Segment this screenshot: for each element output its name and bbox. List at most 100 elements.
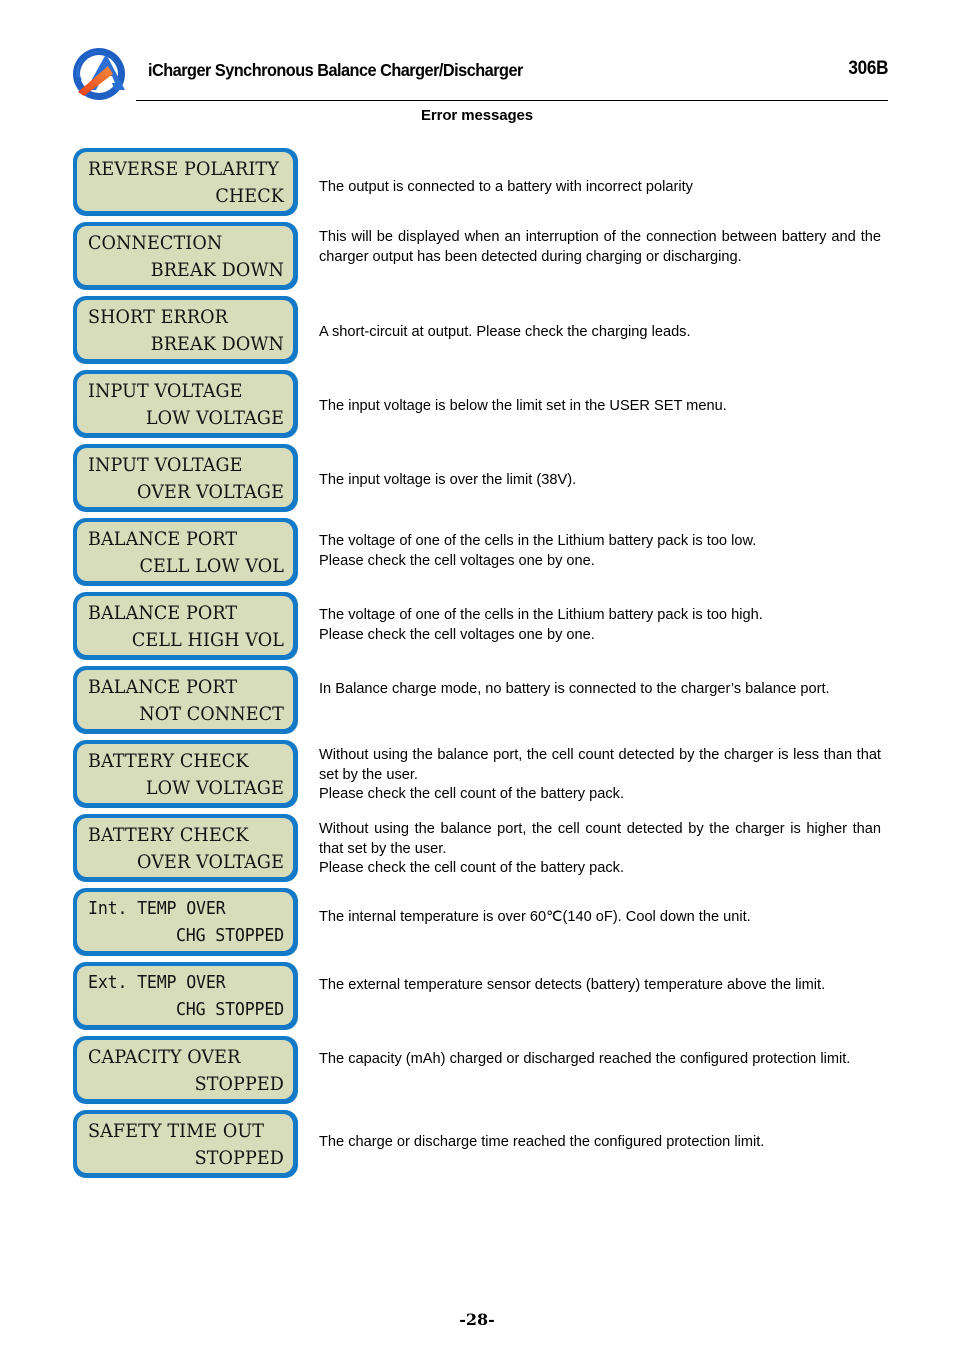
lcd-screen: BALANCE PORT NOT CONNECT [77, 670, 293, 729]
description-paragraph: The input voltage is over the limit (38V… [319, 472, 577, 488]
lcd-line-1: SHORT ERROR [88, 306, 228, 328]
error-description: The capacity (mAh) charged or discharged… [319, 1050, 881, 1070]
lcd-screen: Ext. TEMP OVER CHG STOPPED [77, 966, 293, 1025]
description-paragraph: Without using the balance port, the cell… [319, 821, 881, 857]
lcd-line-2: STOPPED [194, 1073, 284, 1095]
lcd-line-1: SAFETY TIME OUT [88, 1120, 265, 1142]
lcd-line-1: INPUT VOLTAGE [88, 454, 243, 476]
description-paragraph: The input voltage is below the limit set… [319, 398, 727, 414]
lcd-line-1: BALANCE PORT [88, 528, 238, 550]
lcd-screen: BALANCE PORT CELL LOW VOL [77, 522, 293, 581]
error-message-list: REVERSE POLARITY CHECK The output is conne… [0, 148, 954, 1184]
lcd-line-2: OVER VOLTAGE [137, 481, 284, 503]
error-description: The output is connected to a battery wit… [319, 178, 881, 198]
description-paragraph: The voltage of one of the cells in the L… [319, 607, 763, 623]
description-paragraph: The charge or discharge time reached the… [319, 1134, 765, 1150]
lcd-screen: SHORT ERROR BREAK DOWN [77, 300, 293, 359]
error-message-row: INPUT VOLTAGE OVER VOLTAGE The input volta… [0, 444, 954, 518]
description-paragraph: The voltage of one of the cells in the L… [319, 533, 757, 549]
description-paragraph: Without using the balance port, the cell… [319, 747, 881, 783]
lcd-line-1: BALANCE PORT [88, 676, 238, 698]
description-paragraph: In Balance charge mode, no battery is co… [319, 681, 830, 697]
lcd-display: SHORT ERROR BREAK DOWN [73, 296, 298, 364]
header-model-number: 306B [848, 58, 888, 79]
description-paragraph: Please check the cell voltages one by on… [319, 626, 595, 643]
lcd-line-1: BALANCE PORT [88, 602, 238, 624]
description-paragraph: The capacity (mAh) charged or discharged… [319, 1051, 851, 1067]
lcd-screen: INPUT VOLTAGE OVER VOLTAGE [77, 448, 293, 507]
error-description: In Balance charge mode, no battery is co… [319, 680, 881, 700]
error-description: A short-circuit at output. Please check … [319, 323, 881, 343]
error-description: Without using the balance port, the cell… [319, 746, 881, 805]
lcd-line-1: Ext. TEMP OVER [88, 972, 226, 993]
lcd-display: BATTERY CHECK OVER VOLTAGE [73, 814, 298, 882]
page-header: iCharger Synchronous Balance Charger/Dis… [68, 44, 888, 106]
description-paragraph: This will be displayed when an interrupt… [319, 229, 881, 265]
lcd-line-1: INPUT VOLTAGE [88, 380, 243, 402]
error-message-row: CONNECTION BREAK DOWN This will be display… [0, 222, 954, 296]
error-message-row: Int. TEMP OVER CHG STOPPED The internal te… [0, 888, 954, 962]
lcd-screen: Int. TEMP OVER CHG STOPPED [77, 892, 293, 951]
lcd-display: INPUT VOLTAGE OVER VOLTAGE [73, 444, 298, 512]
lcd-display: BALANCE PORT NOT CONNECT [73, 666, 298, 734]
lcd-display: CONNECTION BREAK DOWN [73, 222, 298, 290]
lcd-line-1: CAPACITY OVER [88, 1046, 241, 1068]
description-paragraph: A short-circuit at output. Please check … [319, 324, 691, 340]
lcd-line-1: CONNECTION [88, 232, 223, 254]
page-title: Error messages [420, 107, 533, 124]
description-paragraph: The external temperature sensor detects … [319, 977, 826, 993]
lcd-screen: BATTERY CHECK OVER VOLTAGE [77, 818, 293, 877]
lcd-display: Ext. TEMP OVER CHG STOPPED [73, 962, 298, 1030]
lcd-line-2: CELL LOW VOL [139, 555, 284, 577]
error-message-row: REVERSE POLARITY CHECK The output is conne… [0, 148, 954, 222]
lcd-line-1: Int. TEMP OVER [88, 898, 226, 919]
lcd-display: REVERSE POLARITY CHECK [73, 148, 298, 216]
lcd-line-1: REVERSE POLARITY [88, 158, 279, 180]
error-description: The charge or discharge time reached the… [319, 1133, 881, 1153]
error-description: Without using the balance port, the cell… [319, 820, 881, 879]
lcd-line-2: BREAK DOWN [150, 259, 284, 281]
lcd-display: BATTERY CHECK LOW VOLTAGE [73, 740, 298, 808]
error-message-row: BALANCE PORT NOT CONNECT In Balance charge… [0, 666, 954, 740]
lcd-display: INPUT VOLTAGE LOW VOLTAGE [73, 370, 298, 438]
error-message-row: SAFETY TIME OUT STOPPED The charge or disc… [0, 1110, 954, 1184]
error-message-row: CAPACITY OVER STOPPED The capacity (mAh) c… [0, 1036, 954, 1110]
lcd-line-2: CHG STOPPED [175, 925, 284, 946]
lcd-line-2: LOW VOLTAGE [145, 407, 284, 429]
error-description: The internal temperature is over 60℃(140… [319, 908, 881, 928]
error-message-row: INPUT VOLTAGE LOW VOLTAGE The input voltag… [0, 370, 954, 444]
error-description: The external temperature sensor detects … [319, 976, 881, 996]
error-description: The input voltage is over the limit (38V… [319, 471, 881, 491]
error-message-row: Ext. TEMP OVER CHG STOPPED The external te… [0, 962, 954, 1036]
lcd-screen: CONNECTION BREAK DOWN [77, 226, 293, 285]
error-message-row: BALANCE PORT CELL LOW VOL The voltage of o… [0, 518, 954, 592]
header-divider [136, 100, 888, 101]
icharger-logo-icon [68, 46, 130, 104]
lcd-display: SAFETY TIME OUT STOPPED [73, 1110, 298, 1178]
lcd-screen: BALANCE PORT CELL HIGH VOL [77, 596, 293, 655]
error-message-row: BATTERY CHECK LOW VOLTAGE Without using th… [0, 740, 954, 814]
lcd-line-2: NOT CONNECT [139, 703, 284, 725]
header-product-title: iCharger Synchronous Balance Charger/Dis… [148, 60, 523, 80]
description-paragraph: Please check the cell count of the batte… [319, 786, 625, 802]
page-number: -28- [459, 1310, 495, 1329]
lcd-display: Int. TEMP OVER CHG STOPPED [73, 888, 298, 956]
lcd-screen: REVERSE POLARITY CHECK [77, 152, 293, 211]
lcd-line-2: STOPPED [194, 1147, 284, 1169]
description-paragraph: The output is connected to a battery wit… [319, 179, 693, 195]
lcd-line-2: CHG STOPPED [175, 999, 284, 1020]
lcd-line-1: BATTERY CHECK [88, 750, 249, 772]
lcd-line-2: CELL HIGH VOL [131, 629, 284, 651]
description-paragraph: Please check the cell voltages one by on… [319, 552, 595, 569]
error-description: The voltage of one of the cells in the L… [319, 606, 881, 645]
lcd-screen: CAPACITY OVER STOPPED [77, 1040, 293, 1099]
description-paragraph: Please check the cell count of the batte… [319, 860, 625, 876]
error-description: This will be displayed when an interrupt… [319, 228, 881, 267]
error-message-row: BATTERY CHECK OVER VOLTAGE Without using t… [0, 814, 954, 888]
error-message-row: BALANCE PORT CELL HIGH VOL The voltage of … [0, 592, 954, 666]
error-description: The voltage of one of the cells in the L… [319, 532, 881, 571]
lcd-display: CAPACITY OVER STOPPED [73, 1036, 298, 1104]
error-description: The input voltage is below the limit set… [319, 397, 881, 417]
description-paragraph: The internal temperature is over 60℃(140… [319, 909, 751, 925]
error-message-row: SHORT ERROR BREAK DOWN A short-circuit at … [0, 296, 954, 370]
